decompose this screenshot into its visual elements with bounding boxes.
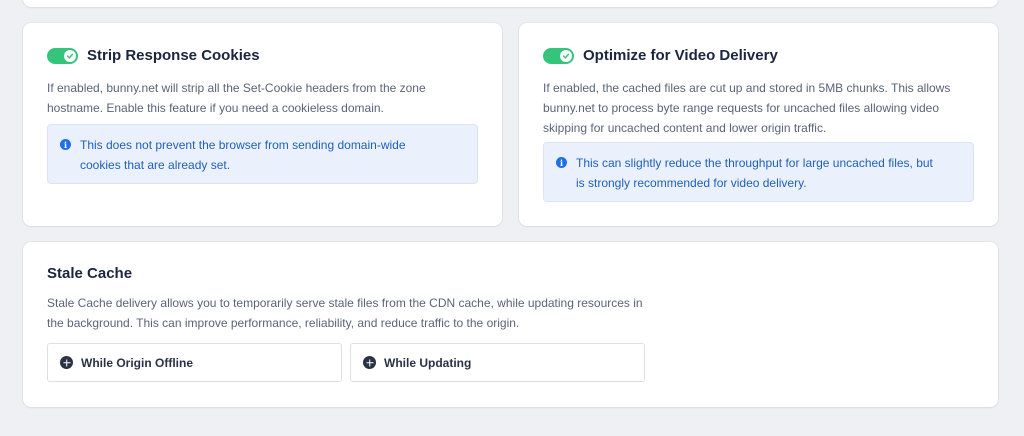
video-delivery-description-line: bunny.net to process byte range requests… xyxy=(543,101,940,115)
strip-cookies-header: Strip Response Cookies xyxy=(47,47,260,64)
video-delivery-card: Optimize for Video Delivery If enabled, … xyxy=(519,23,998,226)
info-line: is strongly recommended for video delive… xyxy=(576,176,807,190)
check-icon xyxy=(64,49,76,62)
stale-cache-description-line: Stale Cache delivery allows you to tempo… xyxy=(47,296,643,310)
video-delivery-title: Optimize for Video Delivery xyxy=(583,47,778,64)
stale-cache-title: Stale Cache xyxy=(47,265,133,282)
option-label: While Updating xyxy=(384,355,472,370)
strip-cookies-description-line: If enabled, bunny.net will strip all the… xyxy=(47,81,426,95)
option-label: While Origin Offline xyxy=(81,355,193,370)
info-line: cookies that are already set. xyxy=(80,158,231,172)
strip-cookies-description: If enabled, bunny.net will strip all the… xyxy=(47,78,426,118)
video-delivery-info-text: This can slightly reduce the throughput … xyxy=(576,153,933,193)
while-updating-option[interactable]: While Updating xyxy=(350,343,645,382)
info-icon: i xyxy=(60,139,71,150)
strip-cookies-toggle[interactable] xyxy=(47,47,78,64)
video-delivery-description-line: skipping for uncached content and lower … xyxy=(543,121,827,135)
video-delivery-toggle[interactable] xyxy=(543,47,574,64)
strip-cookies-title: Strip Response Cookies xyxy=(87,47,260,64)
video-delivery-info-box: i This can slightly reduce the throughpu… xyxy=(543,142,974,202)
info-line: This does not prevent the browser from s… xyxy=(80,138,406,152)
strip-cookies-card: Strip Response Cookies If enabled, bunny… xyxy=(23,23,502,226)
stale-cache-description: Stale Cache delivery allows you to tempo… xyxy=(47,293,643,333)
check-icon xyxy=(560,49,572,62)
video-delivery-description-line: If enabled, the cached files are cut up … xyxy=(543,81,951,95)
video-delivery-description: If enabled, the cached files are cut up … xyxy=(543,78,950,138)
strip-cookies-info-box: i This does not prevent the browser from… xyxy=(47,124,478,184)
plus-circle-icon xyxy=(363,356,376,369)
info-icon: i xyxy=(556,157,567,168)
info-line: This can slightly reduce the throughput … xyxy=(576,156,933,170)
previous-settings-card xyxy=(23,0,998,7)
stale-cache-description-line: the background. This can improve perform… xyxy=(47,316,520,330)
video-delivery-header: Optimize for Video Delivery xyxy=(543,47,778,64)
stale-cache-card: Stale Cache Stale Cache delivery allows … xyxy=(23,242,998,407)
strip-cookies-description-line: hostname. Enable this feature if you nee… xyxy=(47,101,384,115)
strip-cookies-info-text: This does not prevent the browser from s… xyxy=(80,135,406,175)
plus-circle-icon xyxy=(60,356,73,369)
while-origin-offline-option[interactable]: While Origin Offline xyxy=(47,343,342,382)
